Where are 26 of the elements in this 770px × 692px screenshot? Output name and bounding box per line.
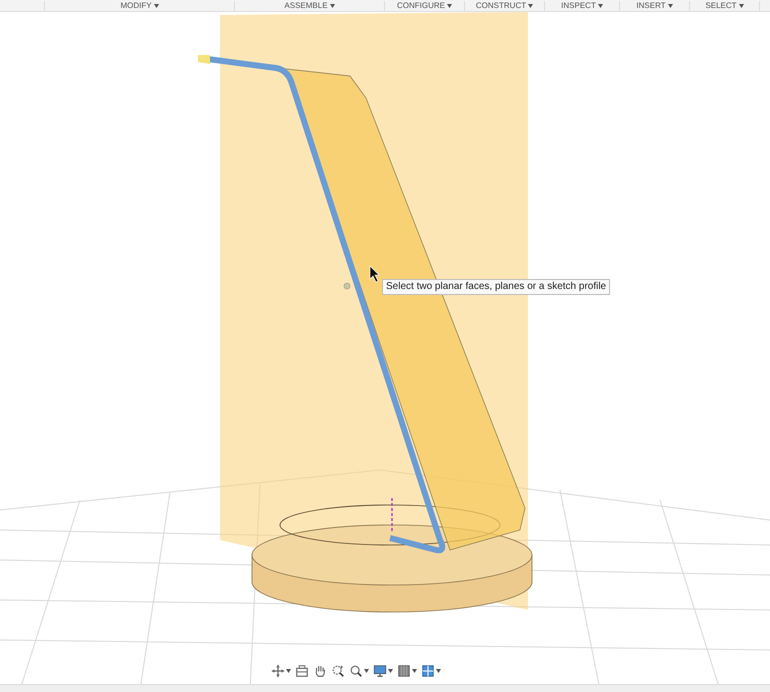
toolbar-menu[interactable]: CONSTRUCT	[465, 0, 545, 10]
navigation-tool[interactable]	[330, 663, 346, 679]
toolbar-menu[interactable]: ASSEMBLE	[235, 0, 385, 10]
frame-icon	[295, 664, 309, 678]
viewport-grid-icon	[421, 664, 435, 678]
toolbar-menu[interactable]: CONFIGURE	[385, 0, 465, 10]
point-marker	[344, 282, 350, 290]
monitor-icon	[373, 664, 387, 678]
navigation-tool[interactable]	[396, 663, 418, 679]
zoom-window-icon	[331, 664, 345, 678]
toolbar-menu[interactable]: MODIFY	[45, 0, 235, 10]
hand-icon	[313, 664, 327, 678]
navigation-tool[interactable]	[420, 663, 442, 679]
cursor-icon	[370, 265, 380, 282]
magnifier-icon	[349, 664, 363, 678]
navigation-tool[interactable]	[270, 663, 292, 679]
move-icon	[271, 664, 285, 678]
navigation-tool[interactable]	[372, 663, 394, 679]
tooltip: Select two planar faces, planes or a sketch profile	[382, 279, 610, 295]
shading-icon	[397, 664, 411, 678]
axis-line	[391, 498, 393, 532]
navigation-tool[interactable]	[348, 663, 370, 679]
toolbar-menu[interactable]: INSPECT	[545, 0, 620, 10]
navigation-tool[interactable]	[294, 663, 310, 679]
toolbar-menu[interactable]: SELECT	[690, 0, 760, 10]
toolbar-menu[interactable]: INSERT	[620, 0, 690, 10]
